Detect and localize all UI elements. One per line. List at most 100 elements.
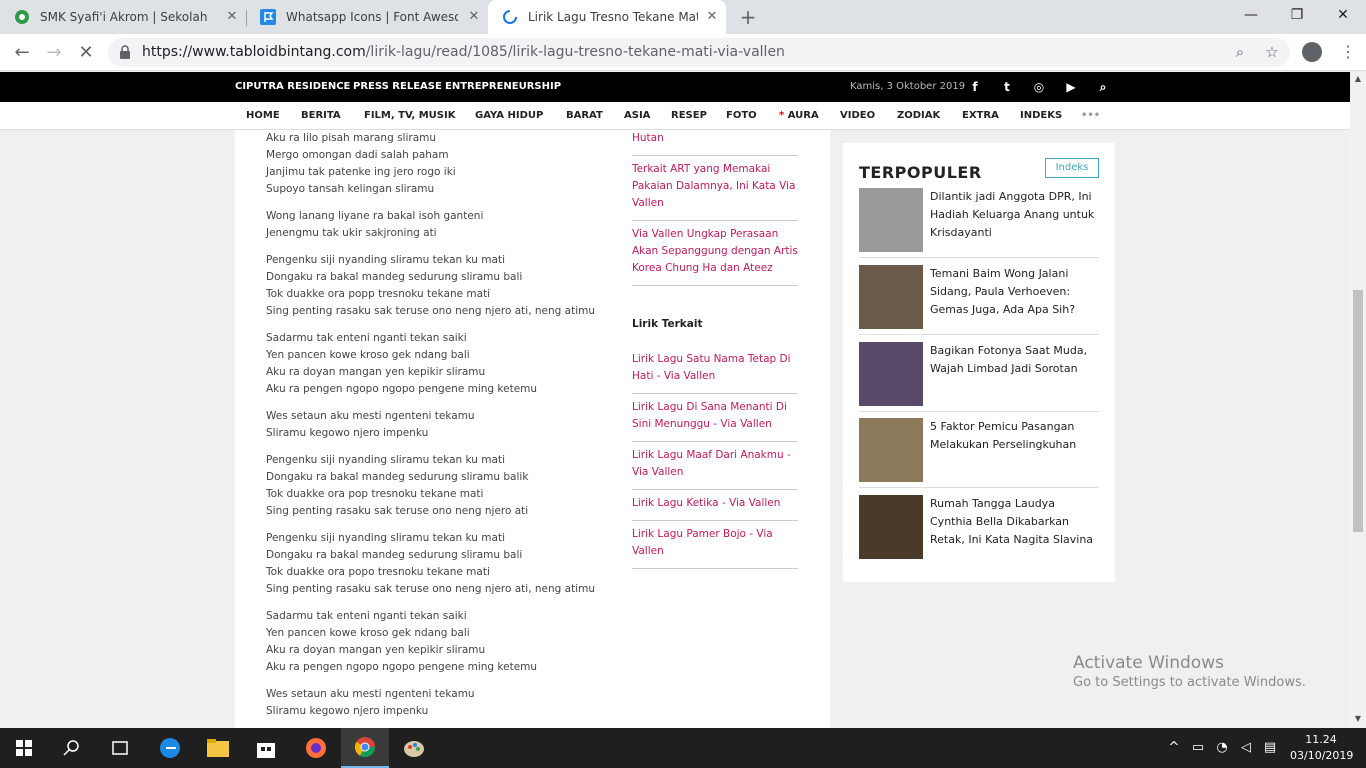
stop-loading-button[interactable]: ✕ (74, 41, 98, 65)
nav-film-tv-musik[interactable]: FILM, TV, MUSIK (364, 110, 455, 121)
screen: SMK Syafi'i Akrom | Sekolah Menengah ✕ W… (0, 0, 1366, 768)
lyric-line: Janjimu tak patenke ing jero rogo iki (266, 166, 456, 178)
scroll-down-icon[interactable]: ▼ (1353, 714, 1363, 723)
tab-lirik-lagu[interactable]: Lirik Lagu Tresno Tekane Mati - Via Vall… (488, 0, 726, 34)
nav-foto[interactable]: FOTO (726, 110, 757, 121)
popular-thumbnail[interactable] (859, 495, 923, 559)
lyric-line: Sliramu kegowo njero impenku (266, 705, 429, 717)
nav-zodiak[interactable]: ZODIAK (897, 110, 940, 121)
popular-item[interactable]: Temani Baim Wong Jalani Sidang, Paula Ve… (859, 265, 1099, 335)
restore-button[interactable]: ❐ (1274, 0, 1320, 30)
nav-indeks[interactable]: INDEKS (1020, 110, 1062, 121)
taskbar-clock[interactable]: 11.24 03/10/2019 (1290, 732, 1353, 764)
edge-icon[interactable] (146, 728, 194, 768)
related-link[interactable]: Hutan (632, 130, 798, 156)
forward-button[interactable]: → (42, 41, 66, 65)
search-icon[interactable] (48, 728, 96, 768)
lyric-stanza: Pengenku siji nyanding sliramu tekan ku … (266, 252, 606, 320)
nav-berita[interactable]: BERITA (301, 110, 341, 121)
popular-title[interactable]: Bagikan Fotonya Saat Muda, Wajah Limbad … (930, 342, 1100, 378)
firefox-icon[interactable] (292, 728, 340, 768)
url-path: /lirik-lagu/read/1085/lirik-lagu-tresno-… (365, 44, 785, 60)
popular-title[interactable]: Temani Baim Wong Jalani Sidang, Paula Ve… (930, 265, 1100, 319)
bookmark-star-icon[interactable]: ☆ (1262, 42, 1282, 62)
action-center-icon[interactable]: ▤ (1261, 740, 1279, 755)
youtube-icon[interactable]: ▶ (1062, 78, 1080, 96)
search-icon[interactable]: ⌕ (1094, 78, 1112, 96)
nav-gaya-hidup[interactable]: GAYA HIDUP (475, 110, 543, 121)
instagram-icon[interactable]: ◎ (1030, 78, 1048, 96)
scrollbar-thumb[interactable] (1353, 290, 1363, 532)
popular-item[interactable]: 5 Faktor Pemicu Pasangan Melakukan Perse… (859, 418, 1099, 488)
store-icon[interactable] (242, 728, 290, 768)
twitter-icon[interactable]: t (998, 78, 1016, 96)
scroll-up-icon[interactable]: ▲ (1353, 74, 1363, 83)
nav-asia[interactable]: ASIA (624, 110, 650, 121)
zoom-icon[interactable]: ⌕ (1230, 42, 1250, 62)
popular-title[interactable]: Dilantik jadi Anggota DPR, Ini Hadiah Ke… (930, 188, 1100, 242)
popular-title[interactable]: 5 Faktor Pemicu Pasangan Melakukan Perse… (930, 418, 1100, 454)
lyric-stanza: Sadarmu tak enteni nganti tekan saiki Yen… (266, 330, 606, 398)
popular-thumbnail[interactable] (859, 188, 923, 252)
nav-more-icon[interactable]: ••• (1081, 110, 1100, 121)
volume-icon[interactable]: ◁ (1237, 740, 1255, 755)
lyric-stanza: Pengenku siji nyanding sliramu tekan ku … (266, 452, 606, 520)
popular-thumbnail[interactable] (859, 265, 923, 329)
lirik-terkait-link[interactable]: Lirik Lagu Pamer Bojo - Via Vallen (632, 521, 798, 569)
close-icon[interactable]: ✕ (704, 9, 720, 25)
popular-title[interactable]: Rumah Tangga Laudya Cynthia Bella Dikaba… (930, 495, 1100, 549)
tab-font-awesome[interactable]: Whatsapp Icons | Font Awesome ✕ (246, 0, 488, 34)
popular-item[interactable]: Dilantik jadi Anggota DPR, Ini Hadiah Ke… (859, 188, 1099, 258)
close-icon[interactable]: ✕ (224, 9, 240, 25)
task-view-icon[interactable] (96, 728, 144, 768)
related-link[interactable]: Terkait ART yang Memakai Pakaian Dalamny… (632, 156, 798, 221)
wifi-icon[interactable]: ◔ (1213, 740, 1231, 755)
lyric-line: Pengenku siji nyanding sliramu tekan ku … (266, 532, 505, 544)
profile-avatar-icon[interactable] (1302, 42, 1322, 62)
file-explorer-icon[interactable] (194, 728, 242, 768)
nav-resep[interactable]: RESEP (671, 110, 707, 121)
lirik-terkait-link[interactable]: Lirik Lagu Ketika - Via Vallen (632, 490, 798, 521)
lyric-line: Sadarmu tak enteni nganti tekan saiki (266, 332, 467, 344)
lyric-line: Wes setaun aku mesti ngenteni tekamu (266, 688, 475, 700)
nav-home[interactable]: HOME (246, 110, 280, 121)
top-link-ciputra[interactable]: CIPUTRA RESIDENCE (235, 81, 350, 92)
popular-item[interactable]: Bagikan Fotonya Saat Muda, Wajah Limbad … (859, 342, 1099, 412)
popular-thumbnail[interactable] (859, 342, 923, 406)
address-bar[interactable]: https://www.tabloidbintang.com/lirik-lag… (108, 38, 1290, 67)
lirik-terkait-link[interactable]: Lirik Lagu Maaf Dari Anakmu - Via Vallen (632, 442, 798, 490)
lirik-terkait-link[interactable]: Lirik Lagu Di Sana Menanti Di Sini Menun… (632, 394, 798, 442)
nav-barat[interactable]: BARAT (566, 110, 603, 121)
back-button[interactable]: ← (10, 41, 34, 65)
lyric-line: Wes setaun aku mesti ngenteni tekamu (266, 410, 475, 422)
chrome-icon[interactable] (341, 728, 389, 768)
nav-video[interactable]: VIDEO (840, 110, 875, 121)
close-icon[interactable]: ✕ (466, 9, 482, 25)
windows-start-icon[interactable] (0, 728, 48, 768)
nav-aura-label: AURA (787, 110, 819, 121)
main-nav: HOME BERITA FILM, TV, MUSIK GAYA HIDUP B… (0, 102, 1350, 130)
new-tab-button[interactable]: + (737, 6, 759, 28)
related-link[interactable]: Via Vallen Ungkap Perasaan Akan Sepanggu… (632, 221, 798, 286)
lyric-stanza: Wes setaun aku mesti ngenteni tekamu Slir… (266, 686, 606, 720)
minimize-button[interactable]: — (1228, 0, 1274, 30)
popular-item[interactable]: Rumah Tangga Laudya Cynthia Bella Dikaba… (859, 495, 1099, 565)
show-hidden-icons-icon[interactable]: ^ (1165, 740, 1183, 755)
top-link-entrepreneurship[interactable]: ENTREPRENEURSHIP (445, 81, 561, 92)
close-window-button[interactable]: ✕ (1320, 0, 1366, 30)
kebab-menu-icon[interactable]: ⋮ (1340, 42, 1356, 62)
lirik-terkait-link[interactable]: Lirik Lagu Satu Nama Tetap Di Hati - Via… (632, 346, 798, 394)
paint-icon[interactable] (390, 728, 438, 768)
nav-aura[interactable]: * AURA (779, 110, 819, 121)
facebook-icon[interactable]: f (966, 78, 984, 96)
popular-thumbnail[interactable] (859, 418, 923, 482)
battery-icon[interactable]: ▭ (1189, 740, 1207, 755)
tab-smk[interactable]: SMK Syafi'i Akrom | Sekolah Menengah ✕ (0, 0, 246, 34)
tab-title: SMK Syafi'i Akrom | Sekolah Menengah (40, 10, 212, 24)
top-link-press-release[interactable]: PRESS RELEASE (353, 81, 442, 92)
indeks-button[interactable]: Indeks (1045, 158, 1099, 178)
lyric-line: Supoyo tansah kelingan sliramu (266, 183, 435, 195)
nav-extra[interactable]: EXTRA (962, 110, 999, 121)
url-text[interactable]: https://www.tabloidbintang.com/lirik-lag… (142, 44, 785, 60)
lyric-line: Sing penting rasaku sak teruse ono neng … (266, 583, 596, 595)
